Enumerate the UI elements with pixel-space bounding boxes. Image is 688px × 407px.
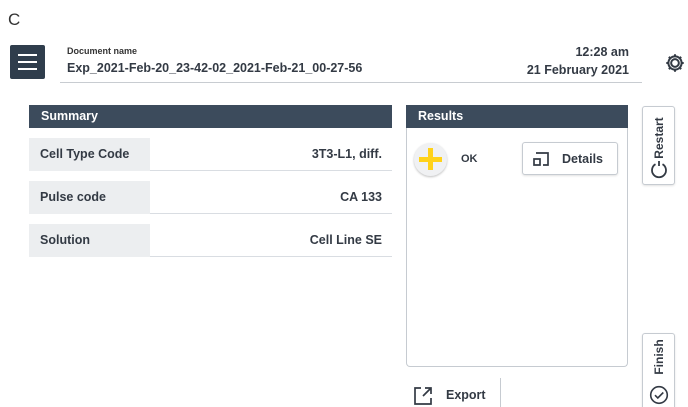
- plus-icon: [414, 143, 447, 176]
- figure-label: C: [8, 10, 21, 29]
- results-title: Results: [406, 105, 628, 128]
- settings-gear-icon[interactable]: [664, 52, 686, 74]
- summary-panel: Summary Cell Type Code 3T3-L1, diff. Pul…: [29, 105, 392, 257]
- summary-row-label: Solution: [29, 224, 150, 257]
- summary-row-cell-type: Cell Type Code 3T3-L1, diff.: [29, 138, 392, 171]
- restart-icon: [651, 161, 667, 179]
- hamburger-menu-icon[interactable]: [10, 45, 45, 79]
- export-label: Export: [446, 388, 486, 402]
- finish-button[interactable]: Finish: [642, 333, 675, 407]
- summary-row-solution: Solution Cell Line SE: [29, 224, 392, 257]
- details-icon: [533, 152, 549, 166]
- details-label: Details: [562, 152, 603, 166]
- document-name-caption: Document name: [67, 46, 138, 56]
- summary-row-value: CA 133: [340, 190, 382, 204]
- result-status: OK: [461, 153, 478, 165]
- finish-label: Finish: [652, 339, 666, 375]
- summary-title: Summary: [29, 105, 392, 128]
- summary-row-label: Pulse code: [29, 181, 150, 214]
- check-circle-icon: [649, 385, 669, 405]
- results-panel: Results OK Details: [406, 105, 628, 367]
- summary-row-label: Cell Type Code: [29, 138, 150, 171]
- summary-row-value: 3T3-L1, diff.: [311, 147, 382, 161]
- clock-date: 21 February 2021: [526, 63, 629, 77]
- clock-time: 12:28 am: [575, 45, 629, 59]
- document-name: Exp_2021-Feb-20_23-42-02_2021-Feb-21_00-…: [67, 61, 363, 75]
- header-divider: [60, 82, 642, 83]
- export-icon: [414, 387, 432, 405]
- export-button[interactable]: Export: [406, 378, 501, 407]
- details-button[interactable]: Details: [522, 142, 618, 175]
- restart-button[interactable]: Restart: [642, 106, 675, 185]
- summary-row-value: Cell Line SE: [309, 233, 382, 247]
- restart-label: Restart: [652, 117, 666, 159]
- summary-row-pulse-code: Pulse code CA 133: [29, 181, 392, 214]
